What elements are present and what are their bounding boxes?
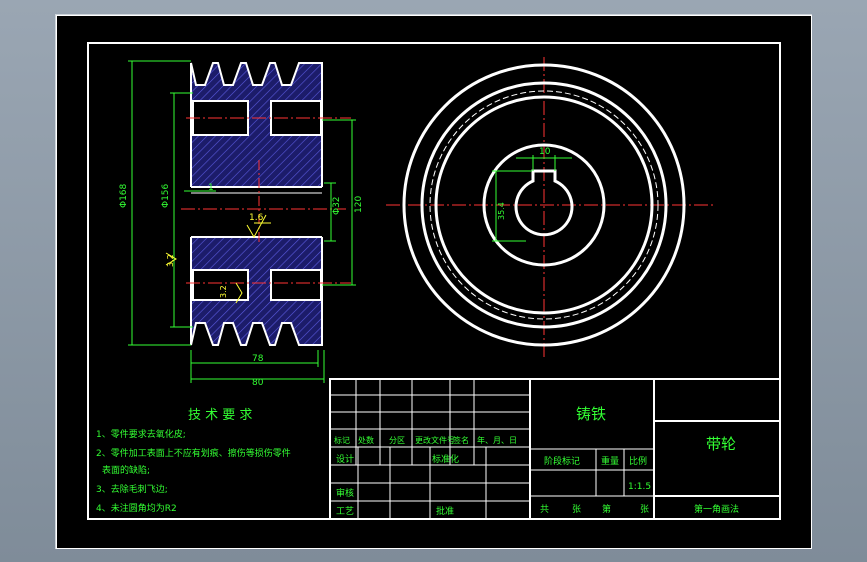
tb-label-zone: 分区 [389, 436, 405, 445]
dim-78: 78 [252, 354, 264, 364]
requirement-2: 2、零件加工表面上不应有划痕、擦伤等损伤零件 [96, 447, 291, 459]
tb-stage-mark: 阶段标记 [544, 455, 580, 467]
tb-review: 审核 [336, 487, 354, 499]
cad-drawing: Φ168 Φ156 Φ32 120 78 80 1 1.6 3.2 3.2 10… [56, 15, 812, 549]
lower-right-cavity [270, 269, 322, 301]
tb-label-count: 处数 [358, 435, 374, 445]
dim-1: 1 [208, 183, 214, 193]
requirement-4: 4、未注圆角均为R2 [96, 502, 177, 514]
tb-label-mark: 标记 [334, 435, 350, 445]
dim-d32: Φ32 [332, 196, 342, 215]
tb-label-date: 年、月、日 [477, 435, 517, 445]
requirement-1: 1、零件要求去氧化皮; [96, 428, 186, 440]
requirement-2-cont: 表面的缺陷; [102, 464, 150, 476]
tb-num: 第 [602, 503, 611, 515]
front-view [386, 57, 716, 357]
tb-total: 共 [540, 504, 549, 515]
tb-standard: 标准化 [432, 453, 459, 465]
section-view [181, 62, 351, 346]
requirements-title: 技 术 要 求 [188, 408, 252, 423]
dim-80: 80 [252, 378, 264, 388]
dim-d156: Φ156 [161, 183, 171, 208]
tb-weight: 重量 [601, 455, 619, 467]
tb-process: 工艺 [336, 506, 354, 517]
drawing-sheet: Φ168 Φ156 Φ32 120 78 80 1 1.6 3.2 3.2 10… [55, 14, 812, 549]
tb-projection: 第一角画法 [694, 503, 739, 515]
dim-d168: Φ168 [119, 183, 129, 208]
requirement-3: 3、去除毛刺飞边; [96, 483, 168, 495]
outer-frame [56, 15, 812, 549]
tb-approve: 批准 [436, 505, 454, 517]
roughness-3-2-left: 3.2 [166, 254, 175, 267]
dim-key-35: 35.4 [497, 202, 506, 220]
dim-120: 120 [354, 196, 364, 213]
tb-sheets: 张 [572, 504, 581, 515]
tb-scale: 1:1.5 [628, 482, 651, 492]
tb-material: 铸铁 [576, 405, 606, 423]
roughness-1-6: 1.6 [249, 213, 264, 223]
dim-key-10: 10 [539, 147, 551, 157]
tb-design: 设计 [336, 453, 354, 465]
tb-sheet-num: 张 [640, 504, 649, 515]
tb-label-sign: 签名 [453, 435, 469, 445]
tb-part-name: 带轮 [706, 435, 736, 453]
tb-label-doc: 更改文件号 [415, 435, 455, 445]
roughness-3-2-inner: 3.2 [219, 285, 228, 298]
tb-scale-label: 比例 [629, 455, 647, 467]
